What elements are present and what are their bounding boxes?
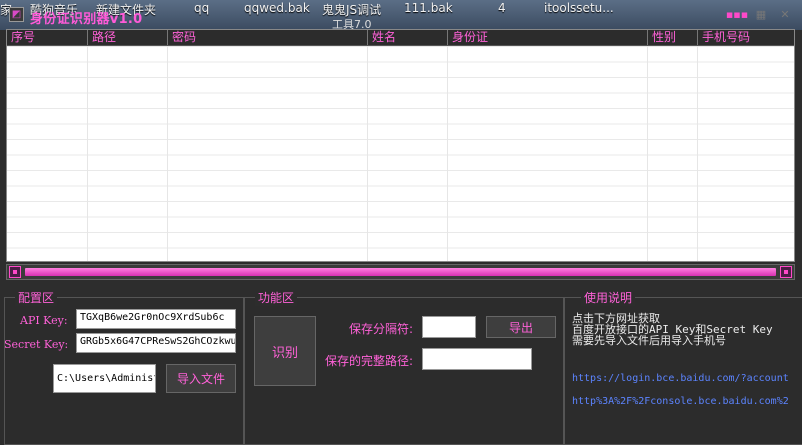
usage-line: 需要先导入文件后用导入手机号 <box>572 334 726 347</box>
app-window: ◩ 身份证识别器v1.0 ▪▪▪ ▦ ✕ 序号 路径 密码 姓名 身份证 性别 … <box>0 0 802 445</box>
separator-field[interactable] <box>422 316 476 338</box>
column-header-name[interactable]: 姓名 <box>367 30 447 45</box>
table-body[interactable] <box>7 46 794 261</box>
column-divider <box>167 46 168 261</box>
minimize-button[interactable]: ▦ <box>753 7 769 22</box>
close-button[interactable]: ✕ <box>777 7 793 22</box>
baidu-login-link[interactable]: https://login.bce.baidu.com/?account <box>572 373 789 384</box>
menu-button[interactable]: ▪▪▪ <box>726 7 748 22</box>
column-divider <box>447 46 448 261</box>
save-path-field[interactable] <box>422 348 532 370</box>
title-bar[interactable]: ◩ 身份证识别器v1.0 ▪▪▪ ▦ ✕ <box>0 0 802 28</box>
config-panel-title: 配置区 <box>15 289 58 306</box>
scroll-left-button[interactable] <box>9 266 21 278</box>
secret-key-label: Secret Key: <box>4 338 69 351</box>
usage-instructions: 点击下方网址获取 百度开放接口的API Key和Secret Key 需要先导入… <box>572 313 773 346</box>
secret-key-field[interactable]: GRGb5x6G47CPReSwS2GhCOzkwu <box>76 333 236 353</box>
column-header-gender[interactable]: 性别 <box>647 30 697 45</box>
usage-panel-title: 使用说明 <box>581 289 636 306</box>
column-header-password[interactable]: 密码 <box>167 30 367 45</box>
import-file-button[interactable]: 导入文件 <box>166 364 236 393</box>
result-table[interactable]: 序号 路径 密码 姓名 身份证 性别 手机号码 <box>6 29 795 262</box>
column-divider <box>367 46 368 261</box>
recognize-button[interactable]: 识别 <box>254 316 316 386</box>
separator-label: 保存分隔符: <box>349 322 414 336</box>
save-path-label: 保存的完整路径: <box>325 354 414 368</box>
table-header: 序号 路径 密码 姓名 身份证 性别 手机号码 <box>7 30 794 46</box>
export-button[interactable]: 导出 <box>486 316 556 338</box>
column-divider <box>647 46 648 261</box>
api-key-field[interactable]: TGXqB6we2Gr0nOc9XrdSub6c <box>76 309 236 329</box>
column-header-index[interactable]: 序号 <box>7 30 87 45</box>
column-divider <box>87 46 88 261</box>
column-divider <box>697 46 698 261</box>
baidu-console-link[interactable]: http%3A%2F%2Fconsole.bce.baidu.com%2 <box>572 396 789 407</box>
column-header-id-number[interactable]: 身份证 <box>447 30 647 45</box>
file-path-field[interactable]: C:\Users\Administ <box>53 364 156 393</box>
window-title: 身份证识别器v1.0 <box>30 12 143 27</box>
scroll-thumb[interactable] <box>25 268 776 276</box>
api-key-label: API Key: <box>20 314 68 327</box>
column-header-phone[interactable]: 手机号码 <box>697 30 794 45</box>
scroll-right-button[interactable] <box>780 266 792 278</box>
column-header-path[interactable]: 路径 <box>87 30 167 45</box>
function-panel-title: 功能区 <box>255 289 298 306</box>
app-icon: ◩ <box>9 7 24 22</box>
horizontal-scrollbar[interactable] <box>6 264 795 280</box>
